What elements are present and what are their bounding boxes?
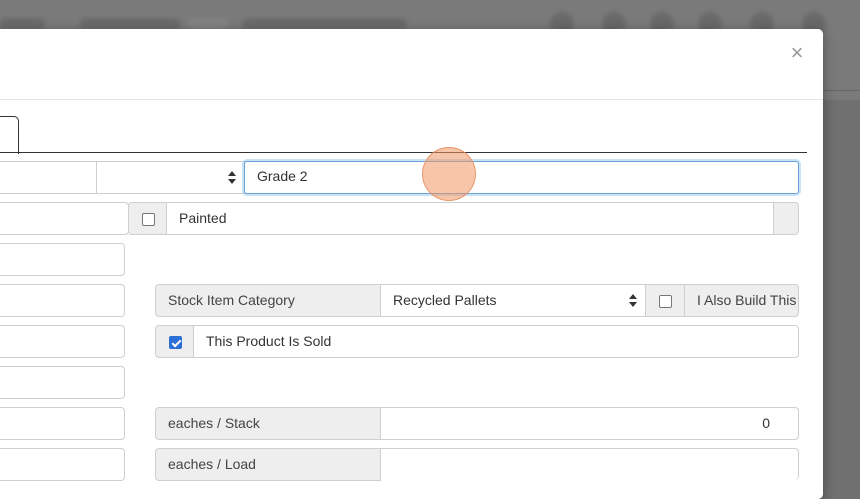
row2-left-input[interactable]: [0, 202, 129, 235]
stock-category-label: Stock Item Category: [155, 284, 381, 317]
row4-left-input[interactable]: [0, 284, 125, 317]
background-divider: [824, 90, 860, 91]
cursor-highlight: [422, 147, 476, 201]
stock-category-select[interactable]: Recycled Pallets: [380, 284, 646, 317]
painted-right-addon: [773, 202, 799, 235]
also-build-label: I Also Build This: [684, 284, 799, 317]
also-build-checkbox-addon: [645, 284, 685, 317]
modal-header: ×: [0, 29, 823, 100]
stock-category-value: Recycled Pallets: [393, 292, 497, 308]
row8-left-input[interactable]: [0, 448, 125, 481]
eaches-stack-label: eaches / Stack: [155, 407, 381, 440]
row7-left-input[interactable]: [0, 407, 125, 440]
row6-left-input[interactable]: [0, 366, 125, 399]
sold-label: This Product Is Sold: [193, 325, 799, 358]
row3-left-input[interactable]: [0, 243, 125, 276]
sold-checkbox[interactable]: [169, 336, 182, 349]
painted-checkbox-addon: [128, 202, 167, 235]
grade-input[interactable]: Grade 2: [244, 161, 799, 194]
eaches-stack-input[interactable]: 0: [380, 407, 799, 440]
row1-select[interactable]: [96, 161, 245, 194]
sold-checkbox-addon: [155, 325, 194, 358]
eaches-load-input[interactable]: [380, 448, 799, 480]
tabs-divider: [0, 152, 807, 153]
select-arrows-icon: [228, 171, 236, 185]
tab-active[interactable]: [0, 116, 19, 154]
row1-left-input[interactable]: [0, 161, 97, 194]
select-arrows-icon: [629, 294, 637, 308]
eaches-load-label: eaches / Load: [155, 448, 381, 481]
close-icon[interactable]: ×: [785, 41, 809, 65]
painted-label: Painted: [166, 202, 774, 235]
row5-left-input[interactable]: [0, 325, 125, 358]
painted-checkbox[interactable]: [142, 213, 155, 226]
also-build-checkbox[interactable]: [659, 295, 672, 308]
